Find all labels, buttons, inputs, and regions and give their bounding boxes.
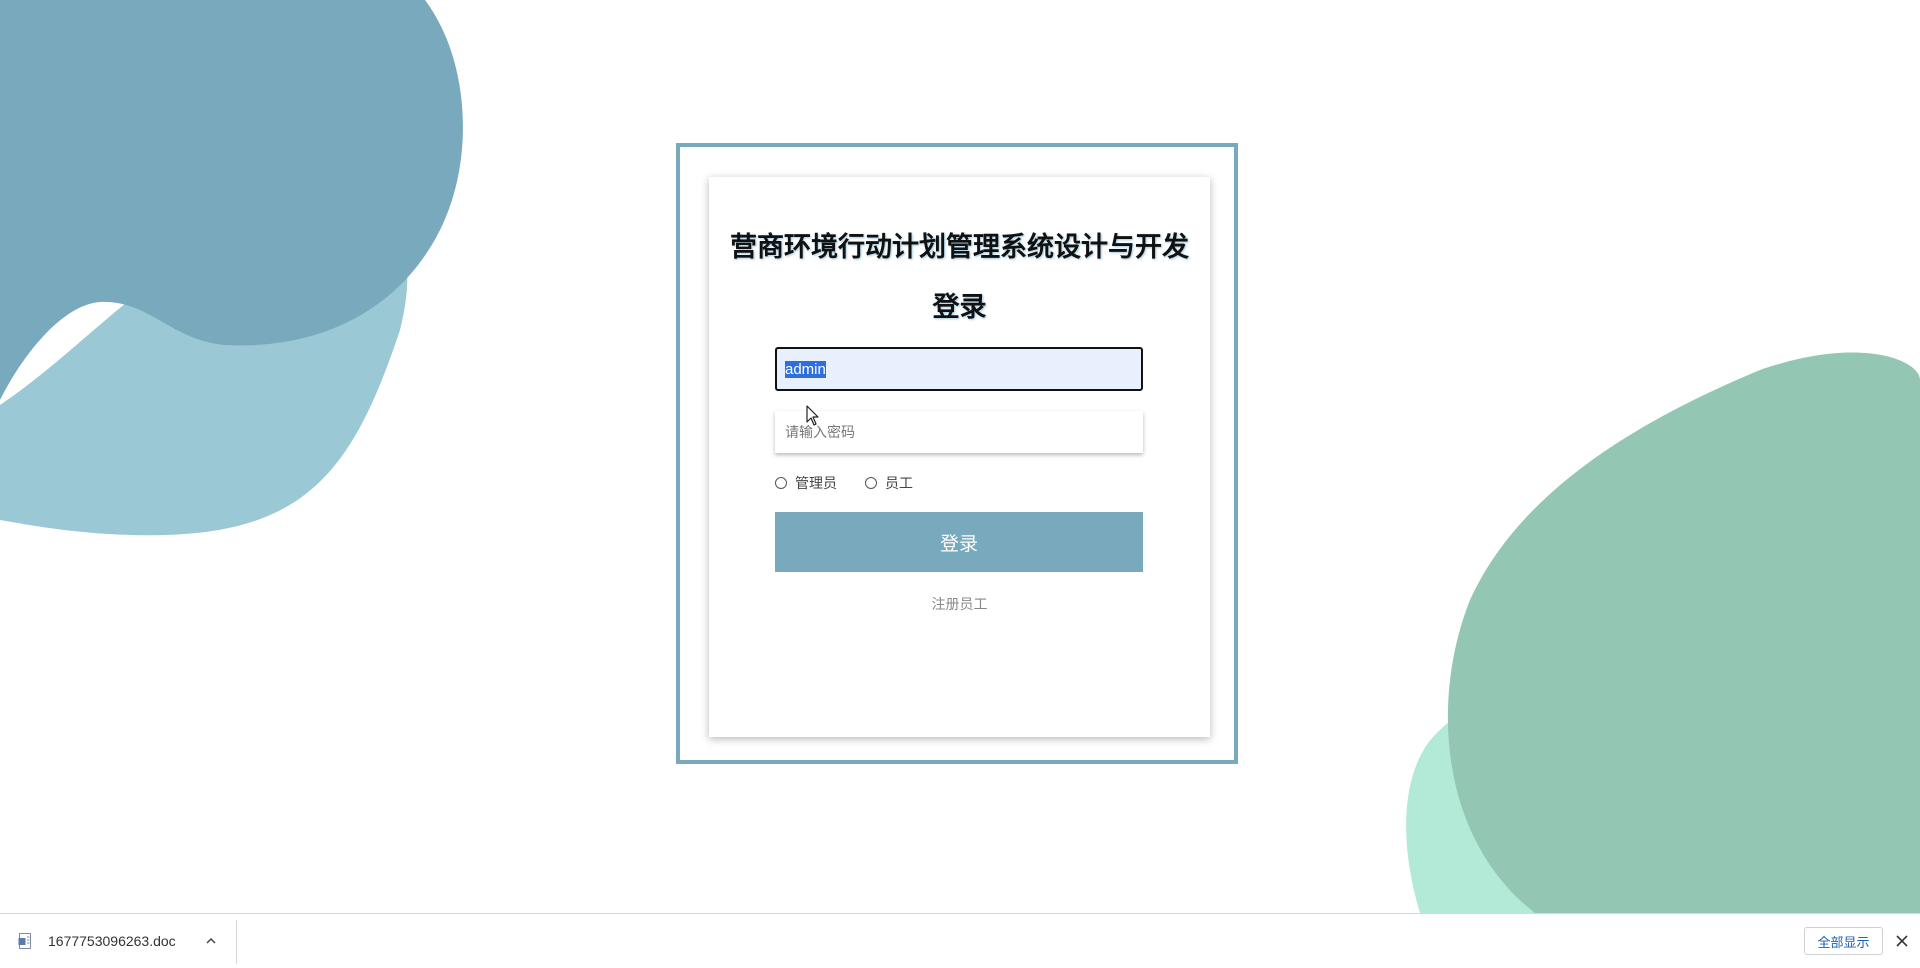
login-button[interactable]: 登录 [775,512,1143,572]
system-title: 营商环境行动计划管理系统设计与开发 [730,232,1189,263]
radio-admin[interactable] [775,477,787,489]
username-value: admin [785,360,826,378]
blob-bottom-right-dark [1447,352,1920,913]
role-option-staff[interactable]: 员工 [865,473,913,493]
login-heading: 登录 [932,292,987,323]
download-divider [236,920,237,964]
login-card: 营商环境行动计划管理系统设计与开发 登录 admin 请输入密码 管理员 员工 … [709,177,1210,737]
register-staff-link[interactable]: 注册员工 [709,594,1210,614]
download-item[interactable]: 1677753096263.doc [18,914,218,968]
role-option-admin[interactable]: 管理员 [775,473,837,493]
role-admin-label: 管理员 [795,476,837,492]
doc-file-icon [18,933,31,949]
role-selector: 管理员 员工 [775,473,941,493]
download-file-name: 1677753096263.doc [48,933,176,949]
page-background: 营商环境行动计划管理系统设计与开发 登录 admin 请输入密码 管理员 员工 … [0,0,1920,913]
radio-staff[interactable] [865,477,877,489]
show-all-button[interactable]: 全部显示 [1804,927,1883,955]
mouse-pointer-icon [806,405,819,426]
role-staff-label: 员工 [885,476,913,492]
chevron-up-icon[interactable] [204,934,218,948]
password-input[interactable]: 请输入密码 [775,411,1143,453]
password-placeholder: 请输入密码 [785,425,855,441]
close-icon[interactable] [1894,933,1910,949]
download-bar: 1677753096263.doc 全部显示 [0,913,1920,968]
username-input[interactable]: admin [775,347,1143,391]
